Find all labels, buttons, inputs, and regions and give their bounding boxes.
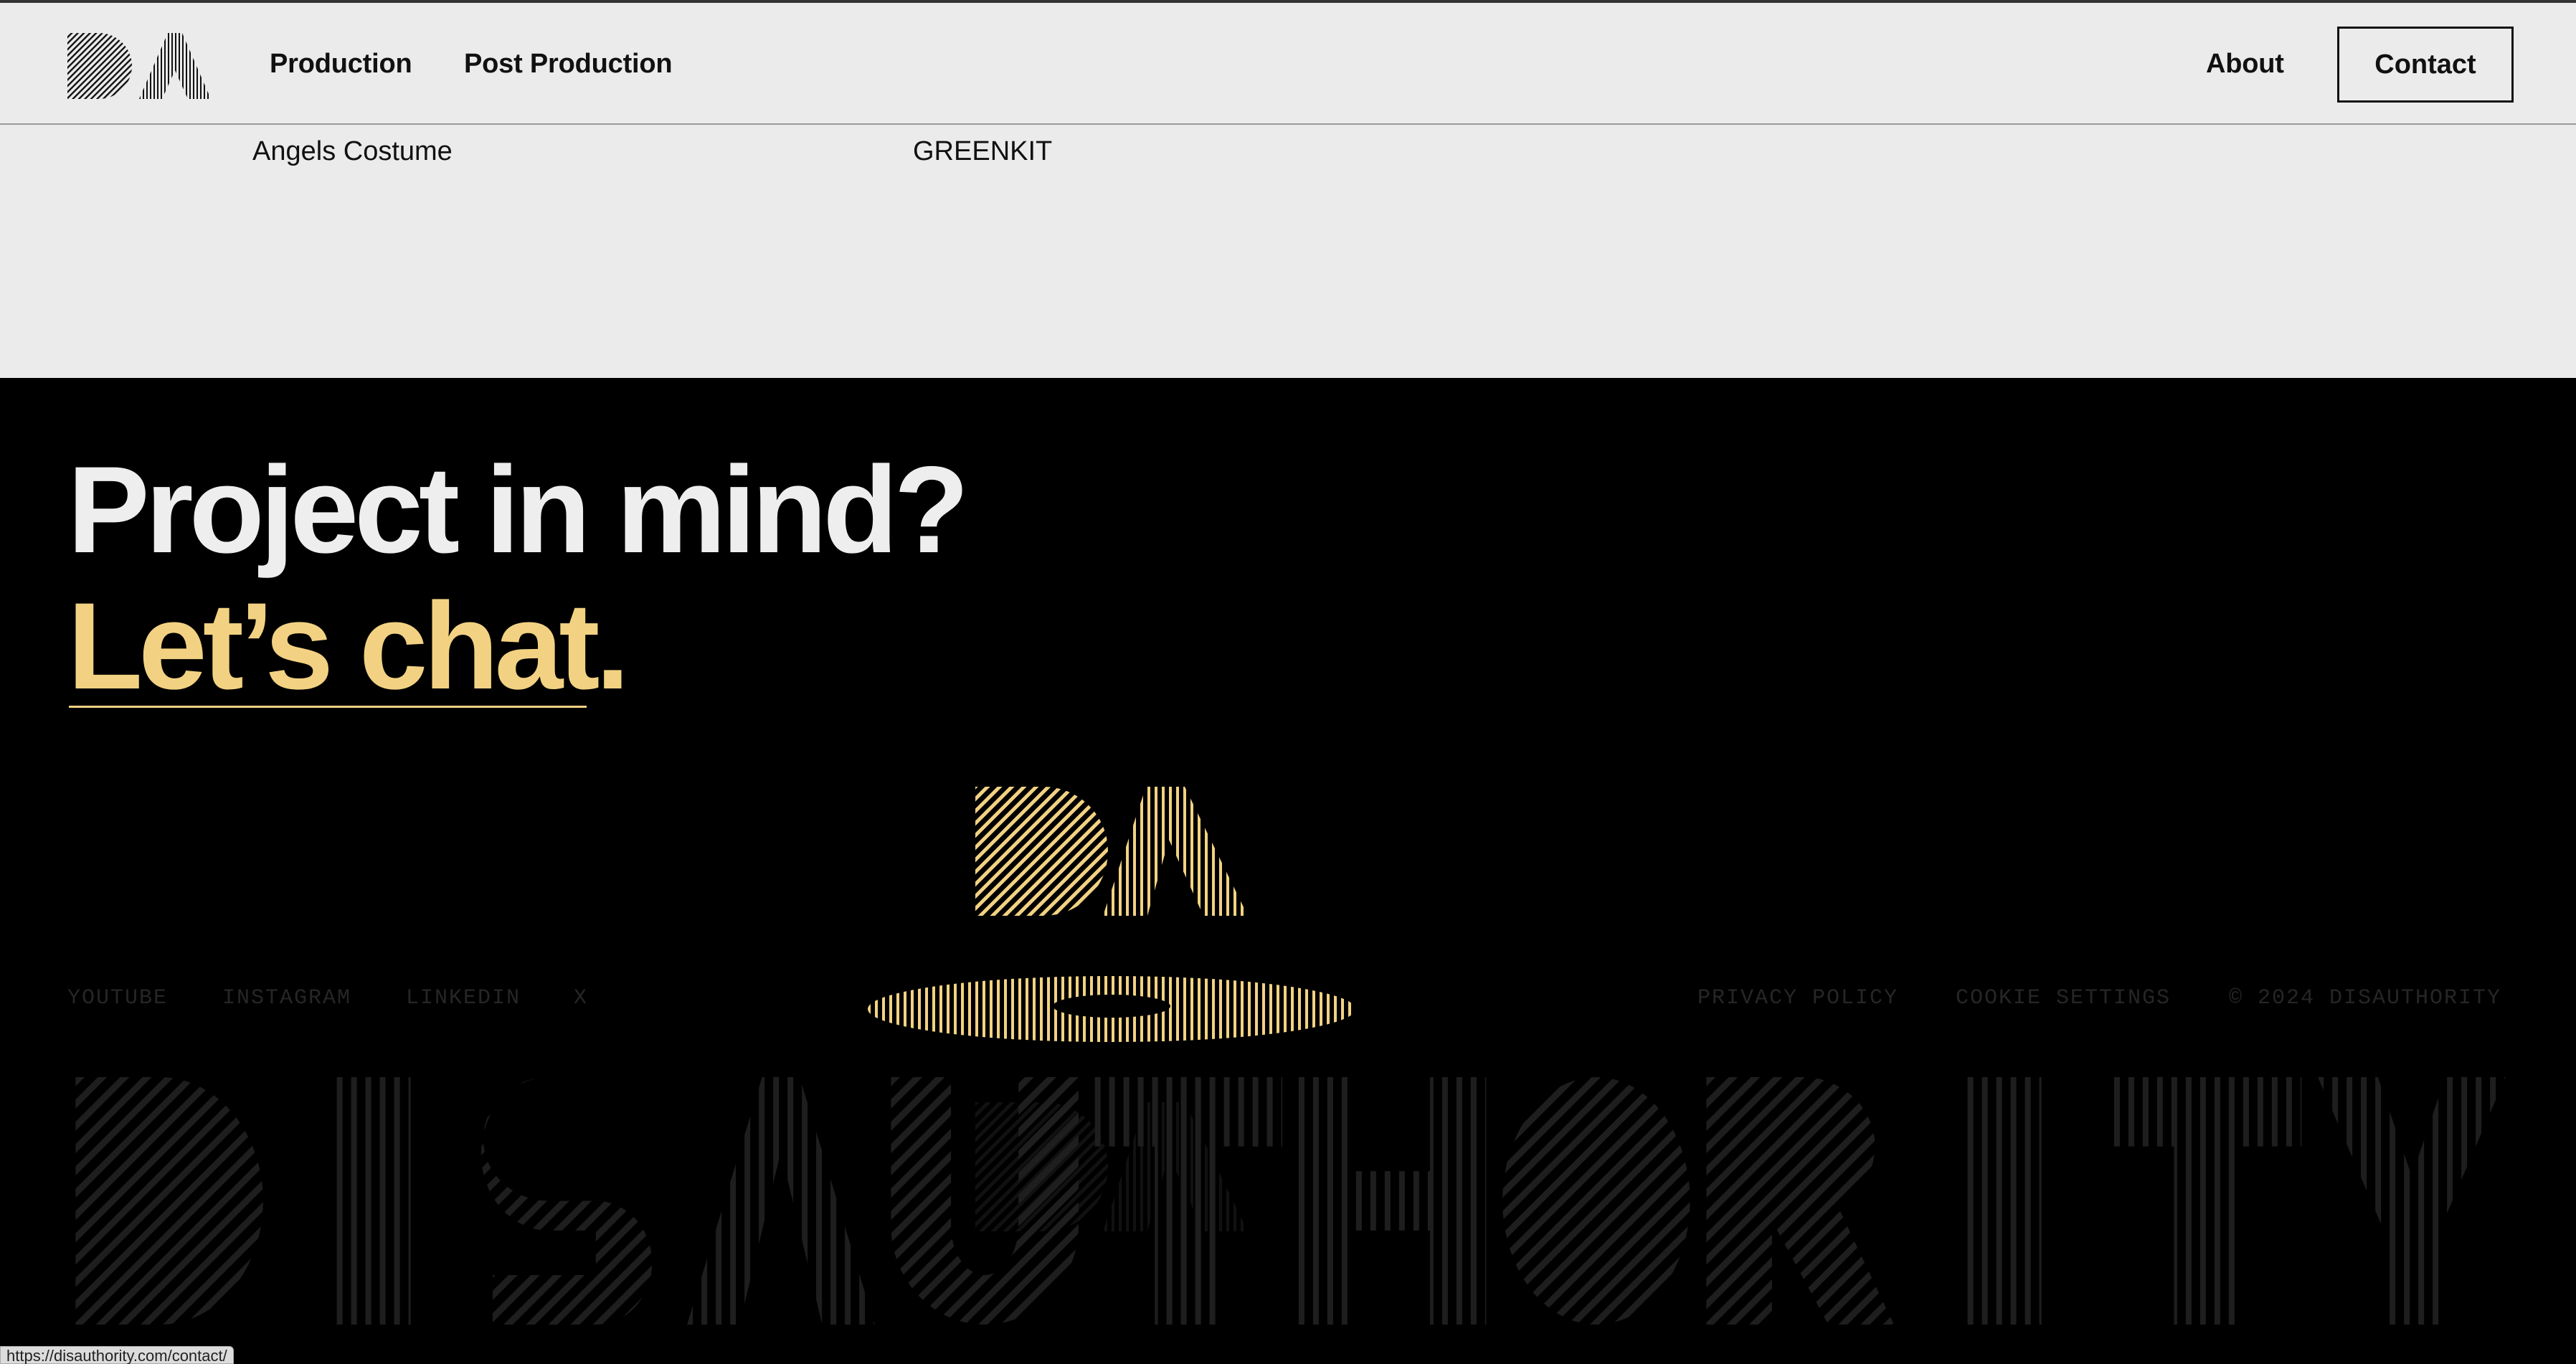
copyright-text: © 2024 DISAUTHORITY [2229, 986, 2502, 1010]
site-footer: Project in mind? Let’s chat. YOUTUBE INS… [0, 378, 2576, 1364]
cookie-settings-link[interactable]: COOKIE SETTINGS [1956, 986, 2171, 1010]
wordmark-letter-h [1298, 1077, 1487, 1325]
lets-chat-link[interactable]: Let’s chat. [67, 584, 630, 708]
lets-chat-underline [69, 706, 587, 708]
privacy-policy-link[interactable]: PRIVACY POLICY [1697, 986, 1898, 1010]
wordmark-letter-u [891, 1077, 1079, 1325]
wordmark-letter-a [687, 1077, 875, 1325]
nav-post-production[interactable]: Post Production [464, 49, 673, 80]
page: Production Post Production About Contact… [0, 0, 2576, 1364]
nav-production[interactable]: Production [270, 49, 412, 80]
site-header: Production Post Production About Contact [0, 3, 2576, 125]
client-name: GREENKIT [913, 136, 1053, 166]
status-bar-url: https://disauthority.com/contact/ [0, 1346, 234, 1364]
wordmark-letter-i [1966, 1077, 2042, 1325]
x-link[interactable]: X [574, 986, 588, 1010]
disauthority-wordmark [75, 1077, 2506, 1325]
wordmark-letter-t [2113, 1077, 2302, 1325]
wordmark-letter-o [1502, 1077, 1690, 1325]
wordmark-letter-i [336, 1077, 411, 1325]
contact-button[interactable]: Contact [2337, 27, 2514, 103]
instagram-link[interactable]: INSTAGRAM [222, 986, 351, 1010]
wordmark-letter-d [75, 1077, 263, 1325]
wordmark-letter-y [2318, 1077, 2506, 1325]
youtube-link[interactable]: YOUTUBE [67, 986, 168, 1010]
footer-headline: Project in mind? [67, 441, 969, 579]
nav-about[interactable]: About [2206, 49, 2284, 80]
wordmark-letter-s [480, 1077, 653, 1325]
top-section: Production Post Production About Contact… [0, 0, 2576, 378]
client-name: Angels Costume [252, 136, 453, 166]
wordmark-letter-r [1706, 1077, 1894, 1325]
wordmark-letter-t [1094, 1077, 1283, 1325]
da-logo-icon[interactable] [67, 30, 211, 102]
linkedin-link[interactable]: LINKEDIN [406, 986, 521, 1010]
